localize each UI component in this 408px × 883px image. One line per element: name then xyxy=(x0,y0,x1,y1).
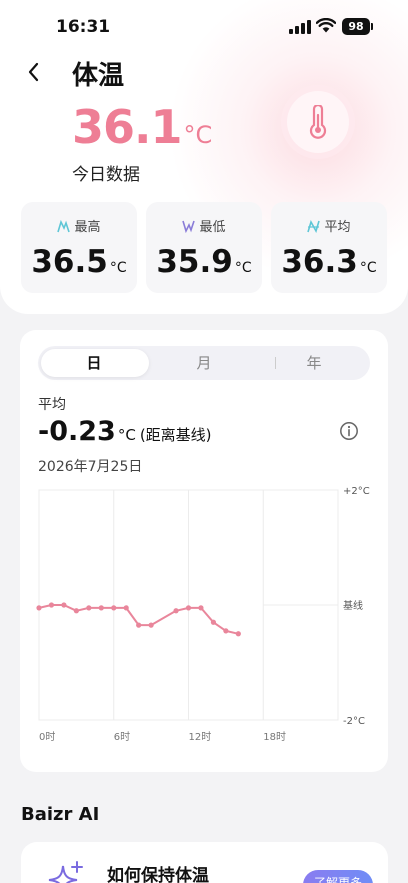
battery-indicator: 98 xyxy=(342,18,370,35)
period-tabs: 日 月 年 xyxy=(38,346,370,380)
data-point xyxy=(36,605,42,611)
data-point xyxy=(148,622,154,628)
tab-day[interactable]: 日 xyxy=(39,346,149,380)
data-point xyxy=(185,605,192,611)
sparkle-icon xyxy=(48,861,83,883)
today-temperature-unit: °C xyxy=(183,121,213,149)
data-point xyxy=(210,619,217,625)
data-point xyxy=(86,605,92,611)
status-time: 16:31 xyxy=(56,17,111,37)
status-bar: 16:31 98 xyxy=(0,0,408,54)
stat-value-min: 35.9 xyxy=(156,244,233,280)
chart-card: 日 月 年 平均 -0.23 °C (距离基线) 2026年7月25日 +2°C 基线… xyxy=(20,330,388,772)
data-point xyxy=(136,622,142,628)
stat-card-min: 最低 35.9 °C xyxy=(146,202,262,293)
stat-unit-max: °C xyxy=(109,260,127,276)
summary-value-row: -0.23 °C (距离基线) xyxy=(38,416,212,447)
data-point xyxy=(235,631,241,637)
stat-unit-avg: °C xyxy=(359,260,377,276)
max-icon xyxy=(57,220,71,233)
y-tick-label: 基线 xyxy=(343,599,363,612)
info-icon[interactable] xyxy=(339,421,359,441)
back-icon[interactable] xyxy=(22,60,46,84)
summary-unit: °C xyxy=(117,426,136,444)
data-point xyxy=(111,605,117,611)
ai-tip-title: 如何保持体温 xyxy=(107,866,209,883)
data-point xyxy=(61,602,67,608)
stat-value-avg: 36.3 xyxy=(281,244,358,280)
thermometer-badge xyxy=(287,91,349,153)
series-line xyxy=(38,604,239,635)
x-tick-label: 0时 xyxy=(39,731,55,743)
ai-tip-card[interactable]: 如何保持体温 了解更多 xyxy=(21,842,388,883)
stat-label-min: 最低 xyxy=(199,220,226,235)
wifi-icon xyxy=(316,18,336,33)
stat-label-avg: 平均 xyxy=(324,220,351,235)
data-point xyxy=(98,605,104,611)
x-tick-label: 18时 xyxy=(263,731,286,743)
tab-year[interactable]: 年 xyxy=(259,346,369,380)
cellular-signal-icon xyxy=(289,20,311,34)
stat-label-max: 最高 xyxy=(74,220,101,235)
y-tick-label: -2°C xyxy=(343,716,365,727)
data-point xyxy=(73,608,79,614)
x-tick-label: 12时 xyxy=(189,731,212,743)
min-icon xyxy=(182,220,196,233)
tab-month[interactable]: 月 xyxy=(149,346,259,380)
today-temperature-value: 36.1 xyxy=(72,100,182,154)
temperature-chart: +2°C 基线 -2°C 0时 6时 12时 18时 xyxy=(36,486,370,743)
data-point xyxy=(223,628,229,634)
stat-card-avg: 平均 36.3 °C xyxy=(271,202,387,293)
summary-note: (距离基线) xyxy=(139,426,212,444)
y-tick-label: +2°C xyxy=(343,486,370,497)
summary-value: -0.23 xyxy=(38,416,116,447)
learn-more-button[interactable]: 了解更多 xyxy=(303,870,373,883)
today-temperature: 36.1°C xyxy=(72,100,212,154)
today-label: 今日数据 xyxy=(72,165,140,185)
data-point xyxy=(123,605,129,611)
data-point xyxy=(173,608,179,614)
summary-panel: 16:31 98 体温 36.1°C 今日数据 最高 36.5 °C 最低 35… xyxy=(0,0,408,314)
data-point xyxy=(198,605,204,611)
stat-unit-min: °C xyxy=(234,260,252,276)
thermometer-icon xyxy=(309,105,327,139)
avg-icon xyxy=(307,220,321,233)
data-point xyxy=(48,602,55,608)
battery-cap xyxy=(371,23,373,30)
ai-section-title: Baizr AI xyxy=(21,804,100,825)
summary-label: 平均 xyxy=(38,397,66,413)
x-tick-label: 6时 xyxy=(114,731,130,743)
chart-date: 2026年7月25日 xyxy=(38,459,143,475)
page-title: 体温 xyxy=(72,61,125,91)
stat-value-max: 36.5 xyxy=(31,244,108,280)
stat-card-max: 最高 36.5 °C xyxy=(21,202,137,293)
